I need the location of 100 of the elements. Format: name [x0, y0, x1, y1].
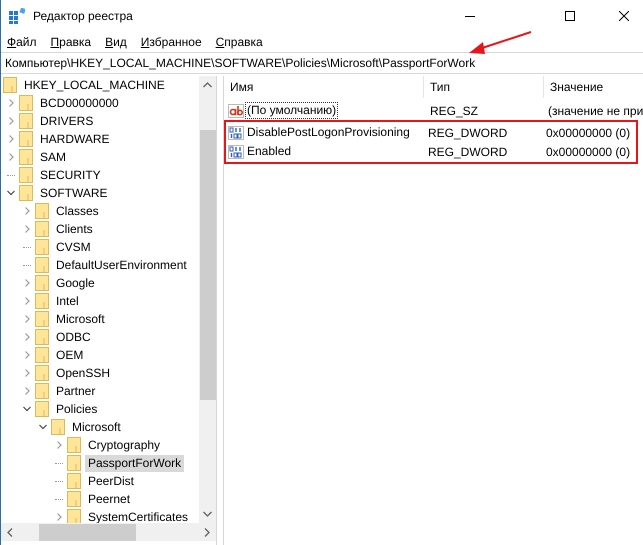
- folder-icon: [67, 509, 81, 523]
- folder-icon: [35, 329, 49, 345]
- folder-icon: [19, 185, 33, 201]
- chevron-right-icon[interactable]: [23, 225, 31, 233]
- tree-item[interactable]: PeerDist: [85, 472, 138, 490]
- tree-item[interactable]: Peernet: [85, 490, 134, 508]
- tree-item[interactable]: BCD00000000: [37, 94, 122, 112]
- folder-icon: [19, 167, 33, 183]
- folder-icon: [19, 113, 33, 129]
- app-icon: [9, 8, 25, 24]
- folder-icon: [35, 239, 49, 255]
- tree-item[interactable]: Microsoft: [69, 418, 124, 436]
- column-header[interactable]: Значение: [544, 76, 643, 98]
- binary-value-icon: [228, 126, 244, 140]
- close-icon: [619, 11, 629, 21]
- vertical-scrollbar[interactable]: [199, 76, 216, 523]
- folder-icon: [19, 131, 33, 147]
- tree-item[interactable]: SAM: [37, 148, 70, 166]
- tree-item[interactable]: Intel: [53, 292, 82, 310]
- folder-icon: [35, 203, 49, 219]
- scroll-up-icon[interactable]: [203, 82, 212, 88]
- address-bar[interactable]: Компьютер\HKEY_LOCAL_MACHINE\SOFTWARE\Policies\Microsoft\PassportForWork: [1, 52, 643, 74]
- tree-item[interactable]: Cryptography: [85, 436, 164, 454]
- chevron-right-icon[interactable]: [23, 207, 31, 215]
- tree-item[interactable]: Google: [53, 274, 98, 292]
- scroll-down-icon[interactable]: [203, 511, 212, 517]
- scrollbar-thumb[interactable]: [39, 524, 136, 540]
- folder-icon: [35, 401, 49, 417]
- value-name[interactable]: DisablePostLogonProvisioning: [245, 124, 412, 141]
- folder-icon: [3, 77, 17, 93]
- value-name[interactable]: Enabled: [245, 143, 294, 160]
- folder-icon: [51, 419, 65, 435]
- tree-item[interactable]: Clients: [53, 220, 96, 238]
- value-data: (значение не при: [547, 104, 643, 118]
- scroll-left-icon[interactable]: [7, 528, 13, 536]
- chevron-down-icon[interactable]: [7, 189, 15, 197]
- tree-item[interactable]: Microsoft: [53, 310, 108, 328]
- chevron-right-icon[interactable]: [55, 441, 63, 449]
- tree-item[interactable]: PassportForWork: [85, 454, 184, 472]
- tree-item[interactable]: SECURITY: [37, 166, 104, 184]
- folder-icon: [67, 473, 81, 489]
- value-type: REG_DWORD: [427, 144, 508, 158]
- folder-icon: [67, 455, 81, 471]
- folder-icon: [19, 95, 33, 111]
- folder-icon: [35, 293, 49, 309]
- folder-icon: [67, 491, 81, 507]
- menu-item[interactable]: Файл: [1, 34, 45, 48]
- menu-item[interactable]: Избранное: [134, 34, 210, 48]
- folder-icon: [35, 311, 49, 327]
- chevron-right-icon[interactable]: [7, 135, 15, 143]
- chevron-right-icon[interactable]: [23, 279, 31, 287]
- window-title: Редактор реестра: [33, 9, 133, 23]
- chevron-down-icon[interactable]: [23, 405, 31, 413]
- column-header[interactable]: Имя: [224, 76, 424, 98]
- tree-item[interactable]: Policies: [53, 400, 100, 418]
- tree-item[interactable]: Partner: [53, 382, 98, 400]
- binary-value-icon: [228, 144, 244, 158]
- value-type: REG_DWORD: [427, 126, 508, 140]
- folder-icon: [35, 275, 49, 291]
- tree-item[interactable]: ODBC: [53, 328, 94, 346]
- value-data: 0x00000000 (0): [545, 144, 632, 158]
- chevron-down-icon[interactable]: [39, 423, 47, 431]
- folder-icon: [35, 257, 49, 273]
- menu-item[interactable]: Вид: [99, 34, 135, 48]
- chevron-right-icon[interactable]: [23, 315, 31, 323]
- chevron-right-icon[interactable]: [23, 297, 31, 305]
- folder-icon: [35, 383, 49, 399]
- tree-item[interactable]: SOFTWARE: [37, 184, 111, 202]
- chevron-right-icon[interactable]: [55, 513, 63, 521]
- tree-item[interactable]: DRIVERS: [37, 112, 96, 130]
- folder-icon: [67, 437, 81, 453]
- menu-item[interactable]: Правка: [44, 34, 100, 48]
- scroll-right-icon[interactable]: [204, 528, 210, 536]
- column-header[interactable]: Тип: [424, 76, 544, 98]
- tree-item[interactable]: HARDWARE: [37, 130, 113, 148]
- string-value-icon: [228, 104, 244, 118]
- tree-item[interactable]: OEM: [53, 346, 86, 364]
- folder-icon: [19, 149, 33, 165]
- chevron-right-icon[interactable]: [23, 351, 31, 359]
- folder-icon: [35, 221, 49, 237]
- tree-item[interactable]: CVSM: [53, 238, 94, 256]
- tree-item[interactable]: HKEY_LOCAL_MACHINE: [21, 76, 168, 94]
- value-type: REG_SZ: [429, 104, 480, 118]
- chevron-right-icon[interactable]: [23, 387, 31, 395]
- menu-item[interactable]: Справка: [210, 34, 271, 48]
- horizontal-scrollbar[interactable]: [1, 523, 216, 541]
- value-data: 0x00000000 (0): [545, 126, 632, 140]
- tree-item[interactable]: SystemCertificates: [85, 508, 192, 523]
- chevron-right-icon[interactable]: [7, 117, 15, 125]
- maximize-icon: [565, 11, 575, 21]
- chevron-right-icon[interactable]: [7, 153, 15, 161]
- tree-item[interactable]: DefaultUserEnvironment: [53, 256, 190, 274]
- scrollbar-thumb[interactable]: [200, 130, 216, 400]
- value-name[interactable]: (По умолчанию): [245, 102, 338, 119]
- tree-item[interactable]: Classes: [53, 202, 102, 220]
- chevron-right-icon[interactable]: [23, 369, 31, 377]
- folder-icon: [35, 347, 49, 363]
- chevron-right-icon[interactable]: [7, 99, 15, 107]
- chevron-right-icon[interactable]: [23, 333, 31, 341]
- tree-item[interactable]: OpenSSH: [53, 364, 114, 382]
